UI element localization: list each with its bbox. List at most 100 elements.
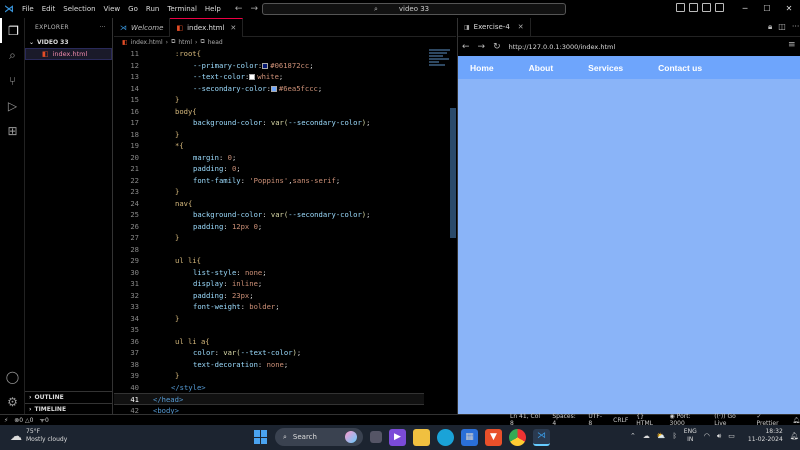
problems-indicator[interactable]: ⊗0 △0 [14,417,33,424]
extensions-icon[interactable]: ⊞ [0,118,25,143]
code-area[interactable]: 11:root{12 --primary-color: #061872cc; 13 --… [114,48,456,415]
weather-widget[interactable]: ☁ 75°F Mostly cloudy [10,428,67,444]
minimize-button[interactable]: ─ [734,0,756,18]
toggle-panel-icon[interactable] [689,3,698,12]
menu-help[interactable]: Help [201,0,225,18]
task-view-icon[interactable] [370,431,382,443]
code-line[interactable]: 22 font-family: 'Poppins',sans-serif; [114,175,424,187]
code-line[interactable]: 34} [114,313,424,325]
hamburger-menu-icon[interactable]: ≡ [788,40,796,50]
code-line[interactable]: 39} [114,370,424,382]
code-line[interactable]: 25 background-color: var(--secondary-colo… [114,209,424,221]
account-icon[interactable]: ◯ [0,364,25,389]
toggle-primary-sidebar-icon[interactable] [676,3,685,12]
clock[interactable]: 18:32 11-02-2024 [748,428,783,444]
cloud-tray-icon[interactable]: ☁ [643,432,650,440]
code-line[interactable]: 30 list-style: none; [114,267,424,279]
code-line[interactable]: 19 *{ [114,140,424,152]
chrome-browser-icon[interactable] [509,428,526,446]
search-view-icon[interactable]: ⌕ [0,43,25,68]
remote-icon[interactable]: ⚡ [4,417,8,424]
menu-terminal[interactable]: Terminal [163,0,201,18]
taskbar-search[interactable]: ⌕ Search [275,428,363,446]
code-line[interactable]: 31 display: inline; [114,278,424,290]
code-line[interactable]: 32 padding: 23px; [114,290,424,302]
code-line[interactable]: 27} [114,232,424,244]
close-window-button[interactable]: ✕ [778,0,800,18]
code-line[interactable]: 41 </head> [114,393,424,405]
source-control-icon[interactable]: ⑂ [0,68,25,93]
menu-run[interactable]: Run [142,0,163,18]
code-line[interactable]: 18} [114,129,424,141]
forward-arrow-icon[interactable]: → [250,4,258,14]
windows-start-icon[interactable] [254,430,268,444]
breadcrumb-item[interactable]: html [178,39,192,46]
file-explorer-icon[interactable] [413,428,430,446]
onedrive-icon[interactable]: ⛅ [657,432,666,440]
brave-browser-icon[interactable]: ▼ [485,428,502,446]
forward-arrow-icon[interactable]: → [478,42,486,52]
reload-icon[interactable]: ↻ [493,42,501,52]
ports-indicator[interactable]: ᯤ0 [39,416,48,424]
volume-icon[interactable]: 🔊︎ [717,432,721,441]
more-actions-icon[interactable]: ··· [792,22,800,32]
scrollbar-thumb[interactable] [450,108,456,238]
back-arrow-icon[interactable]: ← [235,4,243,14]
nav-link-home[interactable]: Home [470,63,494,73]
code-line[interactable]: 35 [114,324,424,336]
color-swatch[interactable] [262,62,269,69]
menu-file[interactable]: File [18,0,38,18]
code-line[interactable]: 26 padding: 12px 0; [114,221,424,233]
close-tab-icon[interactable]: ✕ [230,24,236,32]
bluetooth-icon[interactable]: ᛒ [673,432,677,440]
back-arrow-icon[interactable]: ← [462,42,470,52]
edge-browser-icon[interactable] [437,428,454,446]
code-line[interactable]: 36 ul li a{ [114,336,424,348]
color-swatch[interactable] [249,74,256,80]
outline-section[interactable]: › OUTLINE [25,391,113,403]
preview-tab[interactable]: ◨ Exercise-4 ✕ [458,17,531,37]
notifications-bell-icon[interactable]: 🔔︎ [792,417,800,424]
code-line[interactable]: 28 [114,244,424,256]
code-line[interactable]: 11:root{ [114,48,424,60]
language-indicator[interactable]: ENG IN [684,428,697,444]
code-line[interactable]: 40 </style> [114,382,424,394]
code-line[interactable]: 29 ul li{ [114,255,424,267]
code-line[interactable]: 24 nav{ [114,198,424,210]
code-line[interactable]: 23} [114,186,424,198]
nav-link-services[interactable]: Services [588,63,623,73]
more-actions-icon[interactable]: ··· [99,24,106,31]
url-field[interactable]: http://127.0.0.1:3000/index.html [509,43,616,51]
split-editor-icon[interactable]: ◫ [778,22,786,32]
explorer-icon[interactable]: ❐ [0,18,25,43]
wifi-icon[interactable]: ◠ [704,432,710,440]
notification-center-icon[interactable]: 🔔︎ [790,432,799,440]
file-item-index-html[interactable]: ◧ index.html [25,48,112,60]
toggle-secondary-sidebar-icon[interactable] [702,3,711,12]
command-center-search[interactable]: ⌕ video 33 [262,3,566,15]
tab-welcome[interactable]: ⋊ Welcome [114,18,171,37]
maximize-button[interactable]: ☐ [756,0,778,18]
code-line[interactable]: 17 background-color: var(--secondary-colo… [114,117,424,129]
menu-view[interactable]: View [100,0,125,18]
store-app-icon[interactable]: ▦ [461,428,478,446]
menu-go[interactable]: Go [124,0,142,18]
vscode-taskbar-icon[interactable]: ⋊ [533,428,550,446]
code-line[interactable]: 38 text-decoration: none; [114,359,424,371]
code-line[interactable]: 21 padding: 0; [114,163,424,175]
code-line[interactable]: 12 --primary-color: #061872cc; [114,60,424,72]
run-debug-icon[interactable]: ▷ [0,93,25,118]
customize-layout-icon[interactable] [715,3,724,12]
color-swatch[interactable] [270,85,277,92]
tab-index-html[interactable]: ◧ index.html ✕ [170,18,244,37]
nav-link-about[interactable]: About [529,63,554,73]
menu-edit[interactable]: Edit [38,0,60,18]
code-line[interactable]: 13 --text-color: white; [114,71,424,83]
code-line[interactable]: 20 margin: 0; [114,152,424,164]
end-of-line[interactable]: CRLF [613,417,628,424]
code-line[interactable]: 15} [114,94,424,106]
code-line[interactable]: 37 color: var(--text-color); [114,347,424,359]
breadcrumb-item[interactable]: index.html [131,39,163,46]
lock-icon[interactable]: 🔒︎ [768,22,772,32]
code-line[interactable]: 33 font-weight: bolder; [114,301,424,313]
